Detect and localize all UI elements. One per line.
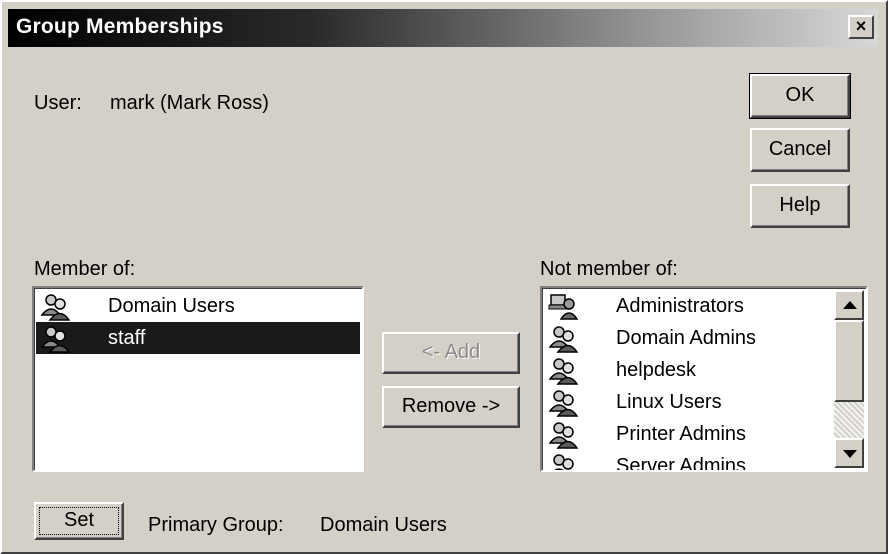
not-member-of-label: Not member of: (540, 258, 678, 280)
not-member-of-item-label: Linux Users (616, 390, 722, 413)
group-memberships-dialog: Group Memberships × User: mark (Mark Ros… (0, 0, 888, 554)
user-value: mark (Mark Ross) (110, 92, 269, 114)
not-member-of-item-label: Domain Admins (616, 326, 757, 349)
arrow-up-icon (843, 301, 857, 309)
not-member-of-item[interactable]: Printer Admins (548, 418, 746, 450)
close-button[interactable]: × (848, 15, 874, 39)
member-of-listbox[interactable]: Domain Users staff (32, 286, 364, 472)
not-member-of-item[interactable]: Domain Admins (548, 322, 756, 354)
add-button[interactable]: <- Add (382, 332, 520, 374)
primary-group-value: Domain Users (320, 514, 447, 536)
not-member-of-item[interactable]: helpdesk (548, 354, 696, 386)
not-member-of-item-label: Printer Admins (616, 422, 747, 445)
title-bar[interactable]: Group Memberships × (8, 9, 878, 47)
not-member-of-item[interactable]: Linux Users (548, 386, 722, 418)
vertical-scrollbar[interactable] (834, 290, 864, 468)
member-of-label: Member of: (34, 258, 136, 280)
scroll-down-button[interactable] (834, 438, 864, 468)
group-icon (548, 358, 578, 385)
close-icon: × (855, 16, 867, 36)
help-button[interactable]: Help (750, 184, 850, 228)
admin-group-icon (548, 294, 578, 320)
not-member-of-item[interactable]: Administrators (548, 290, 744, 322)
group-icon (548, 326, 578, 353)
member-of-item-label: staff (108, 326, 146, 349)
not-member-of-item[interactable]: Server Admins (548, 450, 747, 472)
member-of-item-label: Domain Users (108, 294, 235, 317)
group-icon (553, 454, 574, 470)
member-of-item[interactable]: Domain Users (40, 290, 235, 322)
group-icon (40, 326, 70, 353)
scroll-thumb[interactable] (834, 320, 864, 402)
set-button[interactable]: Set (34, 502, 124, 540)
ok-button[interactable]: OK (749, 73, 851, 119)
group-icon (548, 422, 578, 449)
user-label: User: (34, 92, 82, 114)
remove-button[interactable]: Remove -> (382, 386, 520, 428)
not-member-of-listbox[interactable]: Administrators Domain Admins helpdesk Linux… (540, 286, 868, 472)
cancel-button[interactable]: Cancel (750, 128, 850, 172)
group-icon (548, 390, 578, 417)
member-of-item[interactable]: staff (36, 322, 360, 354)
group-icon (40, 294, 70, 321)
arrow-down-icon (843, 450, 857, 458)
not-member-of-item-label: helpdesk (616, 358, 697, 381)
primary-group-label: Primary Group: (148, 514, 284, 536)
not-member-of-item-label: Administrators (616, 294, 744, 317)
scroll-up-button[interactable] (834, 290, 864, 320)
dialog-title: Group Memberships (16, 15, 224, 38)
not-member-of-item-label: Server Admins (616, 454, 747, 472)
